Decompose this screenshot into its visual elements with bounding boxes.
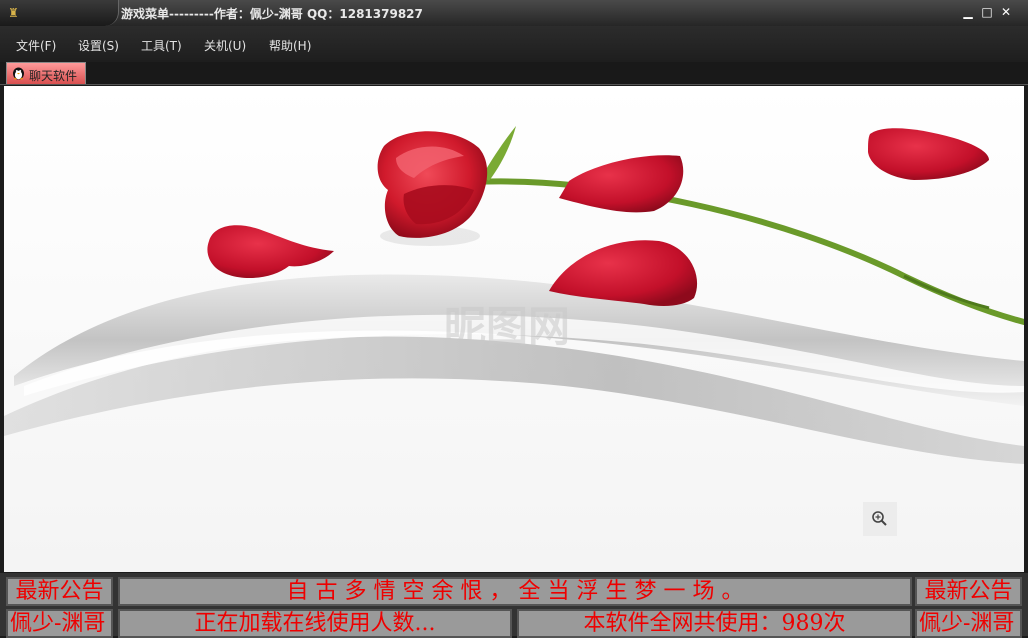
- author-label-left: 佩少-渊哥: [6, 609, 113, 638]
- menu-help[interactable]: 帮助(H): [269, 37, 311, 54]
- title-tab: ♜: [0, 0, 119, 26]
- notice-marquee: 自 古 多 情 空 余 恨 ， 全 当 浮 生 梦 一 场 。: [118, 577, 912, 606]
- latest-notice-label-left: 最新公告: [6, 577, 113, 606]
- menu-settings[interactable]: 设置(S): [78, 37, 119, 54]
- usage-count: 本软件全网共使用：989次: [517, 609, 912, 638]
- menu-bar: 文件(F) 设置(S) 工具(T) 关机(U) 帮助(H): [0, 26, 1028, 62]
- app-icon[interactable]: ♜: [8, 6, 19, 20]
- tab-label: 聊天软件: [29, 69, 78, 83]
- menu-file[interactable]: 文件(F): [16, 37, 56, 54]
- latest-notice-label-right: 最新公告: [915, 577, 1022, 606]
- penguin-icon: [13, 67, 24, 80]
- rose-wallpaper: 昵图网: [4, 86, 1024, 572]
- menu-shutdown[interactable]: 关机(U): [204, 37, 246, 54]
- tab-chat-software[interactable]: 聊天软件: [6, 62, 86, 84]
- title-bar: ♜ 游戏菜单---------作者：佩少-渊哥 QQ：1281379827 ▁ …: [0, 0, 1028, 26]
- zoom-button[interactable]: [863, 502, 897, 536]
- minimize-button[interactable]: ▁: [960, 4, 976, 20]
- menu-tools[interactable]: 工具(T): [141, 37, 182, 54]
- watermark-text: 昵图网: [444, 302, 570, 351]
- online-users-status: 正在加载在线使用人数...: [118, 609, 512, 638]
- close-button[interactable]: ✕: [998, 4, 1014, 20]
- maximize-button[interactable]: □: [979, 4, 995, 20]
- content-panel: 昵图网: [4, 86, 1024, 572]
- magnifier-icon: [872, 511, 887, 526]
- window-title: 游戏菜单---------作者：佩少-渊哥 QQ：1281379827: [121, 7, 423, 21]
- status-panel: 最新公告 自 古 多 情 空 余 恨 ， 全 当 浮 生 梦 一 场 。 最新公…: [0, 573, 1028, 638]
- tab-strip: 聊天软件: [0, 62, 1028, 85]
- author-label-right: 佩少-渊哥: [915, 609, 1022, 638]
